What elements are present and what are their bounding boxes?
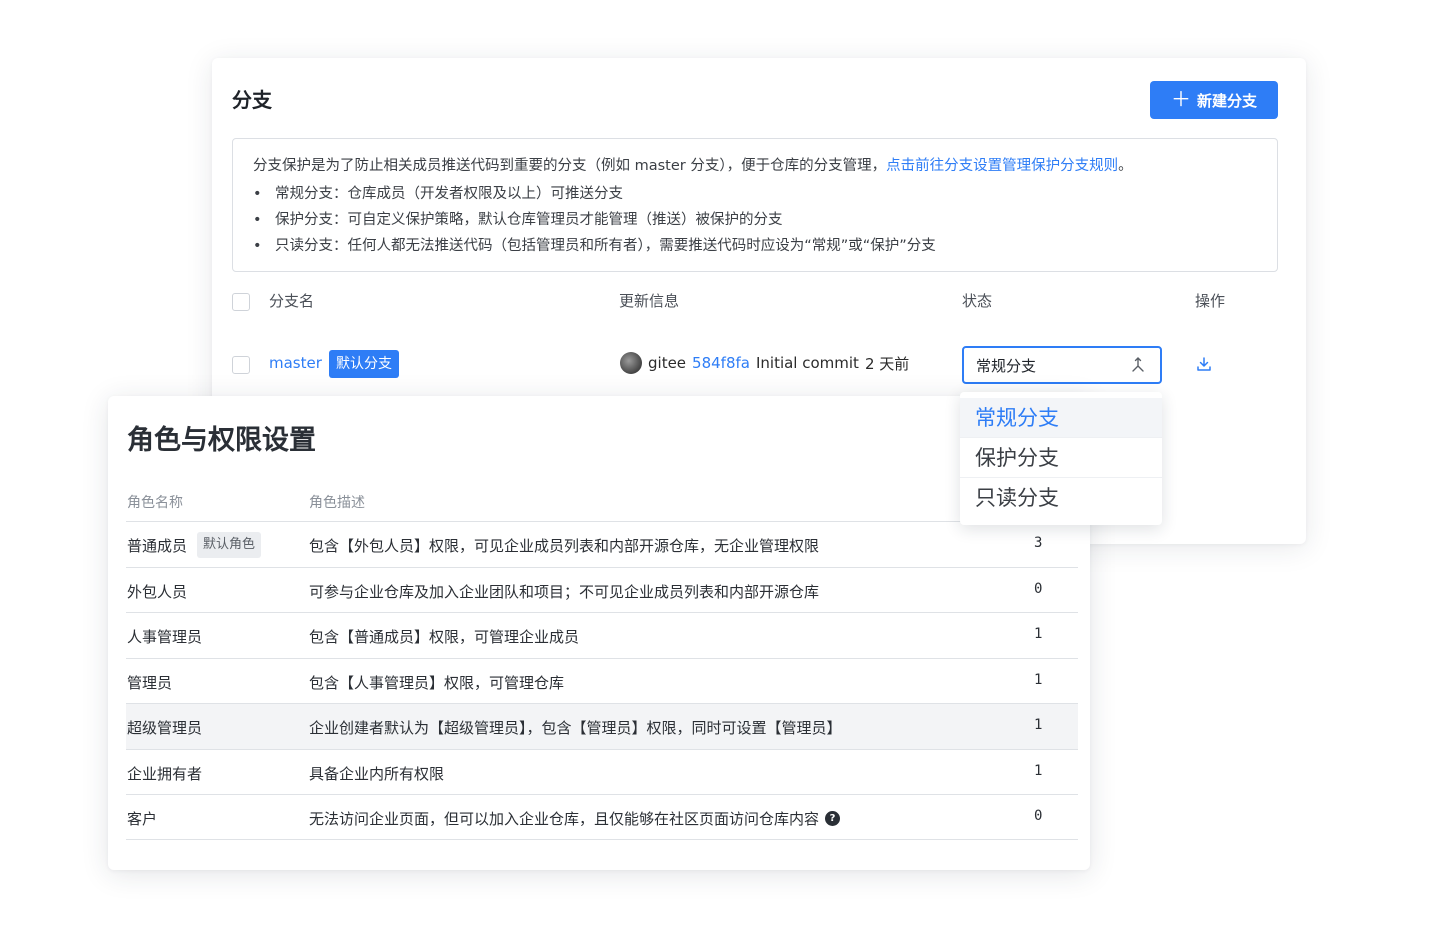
avatar [620, 352, 642, 374]
branch-settings-link[interactable]: 点击前往分支设置管理保护分支规则 [886, 158, 1118, 174]
info-bullet: 保护分支：可自定义保护策略，默认仓库管理员才能管理（推送）被保护的分支 [253, 207, 1257, 233]
info-link-suffix: 。 [1118, 158, 1133, 174]
help-icon[interactable]: ? [825, 810, 841, 826]
role-name: 企业拥有者 [127, 764, 203, 783]
role-row[interactable]: 企业拥有者 具备企业内所有权限 1 [126, 748, 1078, 795]
info-intro: 分支保护是为了防止相关成员推送代码到重要的分支（例如 master 分支），便于… [253, 158, 887, 174]
role-row[interactable]: 超级管理员 企业创建者默认为【超级管理员】，包含【管理员】权限，同时可设置【管理… [126, 703, 1078, 749]
dropdown-option-protected[interactable]: 保护分支 [960, 438, 1162, 478]
roles-title: 角色与权限设置 [127, 425, 316, 456]
role-name: 普通成员 [127, 537, 188, 555]
roles-table: 普通成员 默认角色 包含【外包人员】权限，可见企业成员列表和内部开源仓库，无企业管… [126, 521, 1078, 840]
role-desc-cell: 无法访问企业页面，但可以加入企业仓库，且仅能够在社区页面访问仓库内容? [309, 808, 841, 829]
role-member-count: 0 [1034, 580, 1043, 597]
branch-title: 分支 [232, 88, 272, 112]
commit-time: 2 天前 [864, 354, 910, 373]
column-action: 操作 [1195, 292, 1226, 310]
column-role-name: 角色名称 [127, 495, 183, 511]
role-name: 外包人员 [127, 582, 188, 601]
role-member-count: 3 [1034, 535, 1043, 551]
branch-icon [1132, 357, 1144, 372]
new-branch-button[interactable]: ＋ 新建分支 [1150, 81, 1278, 119]
role-name: 管理员 [127, 673, 173, 692]
info-intro-line: 分支保护是为了防止相关成员推送代码到重要的分支（例如 master 分支），便于… [253, 155, 1257, 177]
dropdown-option-readonly[interactable]: 只读分支 [960, 478, 1162, 518]
role-desc: 包含【外包人员】权限，可见企业成员列表和内部开源仓库，无企业管理权限 [309, 537, 820, 555]
dropdown-option-regular[interactable]: 常规分支 [960, 398, 1162, 438]
column-role-desc: 角色描述 [309, 495, 365, 511]
role-row[interactable]: 人事管理员 包含【普通成员】权限，可管理企业成员 1 [126, 612, 1078, 658]
role-name-cell: 普通成员 默认角色 [127, 531, 262, 558]
role-row[interactable]: 普通成员 默认角色 包含【外包人员】权限，可见企业成员列表和内部开源仓库，无企业管… [126, 521, 1078, 567]
role-desc: 可参与企业仓库及加入企业团队和项目；不可见企业成员列表和内部开源仓库 [309, 582, 820, 601]
select-all-checkbox[interactable] [232, 293, 250, 311]
info-bullet: 只读分支：任何人都无法推送代码（包括管理员和所有者），需要推送代码时应设为“常规… [253, 233, 1257, 259]
role-row[interactable]: 外包人员 可参与企业仓库及加入企业团队和项目；不可见企业成员列表和内部开源仓库 … [126, 566, 1078, 613]
download-icon[interactable] [1196, 356, 1212, 372]
role-row[interactable]: 管理员 包含【人事管理员】权限，可管理仓库 1 [126, 657, 1078, 704]
role-desc: 企业创建者默认为【超级管理员】，包含【管理员】权限，同时可设置【管理员】 [309, 719, 842, 737]
branch-name-link[interactable]: master [269, 354, 322, 372]
role-desc: 包含【人事管理员】权限，可管理仓库 [309, 673, 565, 692]
branch-type-list: 常规分支：仓库成员（开发者权限及以上）可推送分支 保护分支：可自定义保护策略，默… [253, 181, 1257, 259]
role-member-count: 1 [1034, 671, 1043, 688]
status-dropdown-menu: 常规分支 保护分支 只读分支 [960, 392, 1162, 525]
role-member-count: 0 [1034, 808, 1043, 824]
role-member-count: 1 [1034, 717, 1043, 733]
commit-author: gitee [648, 354, 687, 372]
role-desc: 包含【普通成员】权限，可管理企业成员 [309, 628, 580, 646]
column-update-info: 更新信息 [619, 292, 680, 310]
role-desc: 具备企业内所有权限 [309, 764, 445, 783]
default-role-badge: 默认角色 [197, 531, 262, 558]
role-desc: 无法访问企业页面，但可以加入企业仓库，且仅能够在社区页面访问仓库内容 [309, 810, 820, 828]
plus-icon: ＋ [1170, 87, 1191, 111]
role-member-count: 1 [1034, 626, 1043, 642]
info-bullet: 常规分支：仓库成员（开发者权限及以上）可推送分支 [253, 181, 1257, 207]
role-name: 超级管理员 [127, 719, 203, 737]
new-branch-label: 新建分支 [1196, 91, 1257, 110]
commit-message: Initial commit [755, 354, 859, 372]
column-branch-name: 分支名 [269, 292, 315, 310]
role-name: 人事管理员 [127, 628, 203, 646]
commit-hash-link[interactable]: 584f8fa [692, 354, 750, 372]
roles-panel: 角色与权限设置 角色名称 角色描述 普通成员 默认角色 包含【外包人员】权限，可见… [108, 396, 1090, 870]
branch-status-select[interactable]: 常规分支 [962, 346, 1162, 384]
role-row[interactable]: 客户 无法访问企业页面，但可以加入企业仓库，且仅能够在社区页面访问仓库内容? 0 [126, 794, 1078, 840]
branch-info-box: 分支保护是为了防止相关成员推送代码到重要的分支（例如 master 分支），便于… [232, 138, 1278, 272]
role-name: 客户 [127, 810, 158, 828]
default-branch-badge: 默认分支 [329, 350, 399, 378]
role-member-count: 1 [1034, 762, 1043, 779]
column-status: 状态 [962, 292, 993, 310]
commit-info: gitee 584f8fa Initial commit 2 天前 [620, 352, 909, 374]
status-select-value: 常规分支 [976, 356, 1037, 375]
